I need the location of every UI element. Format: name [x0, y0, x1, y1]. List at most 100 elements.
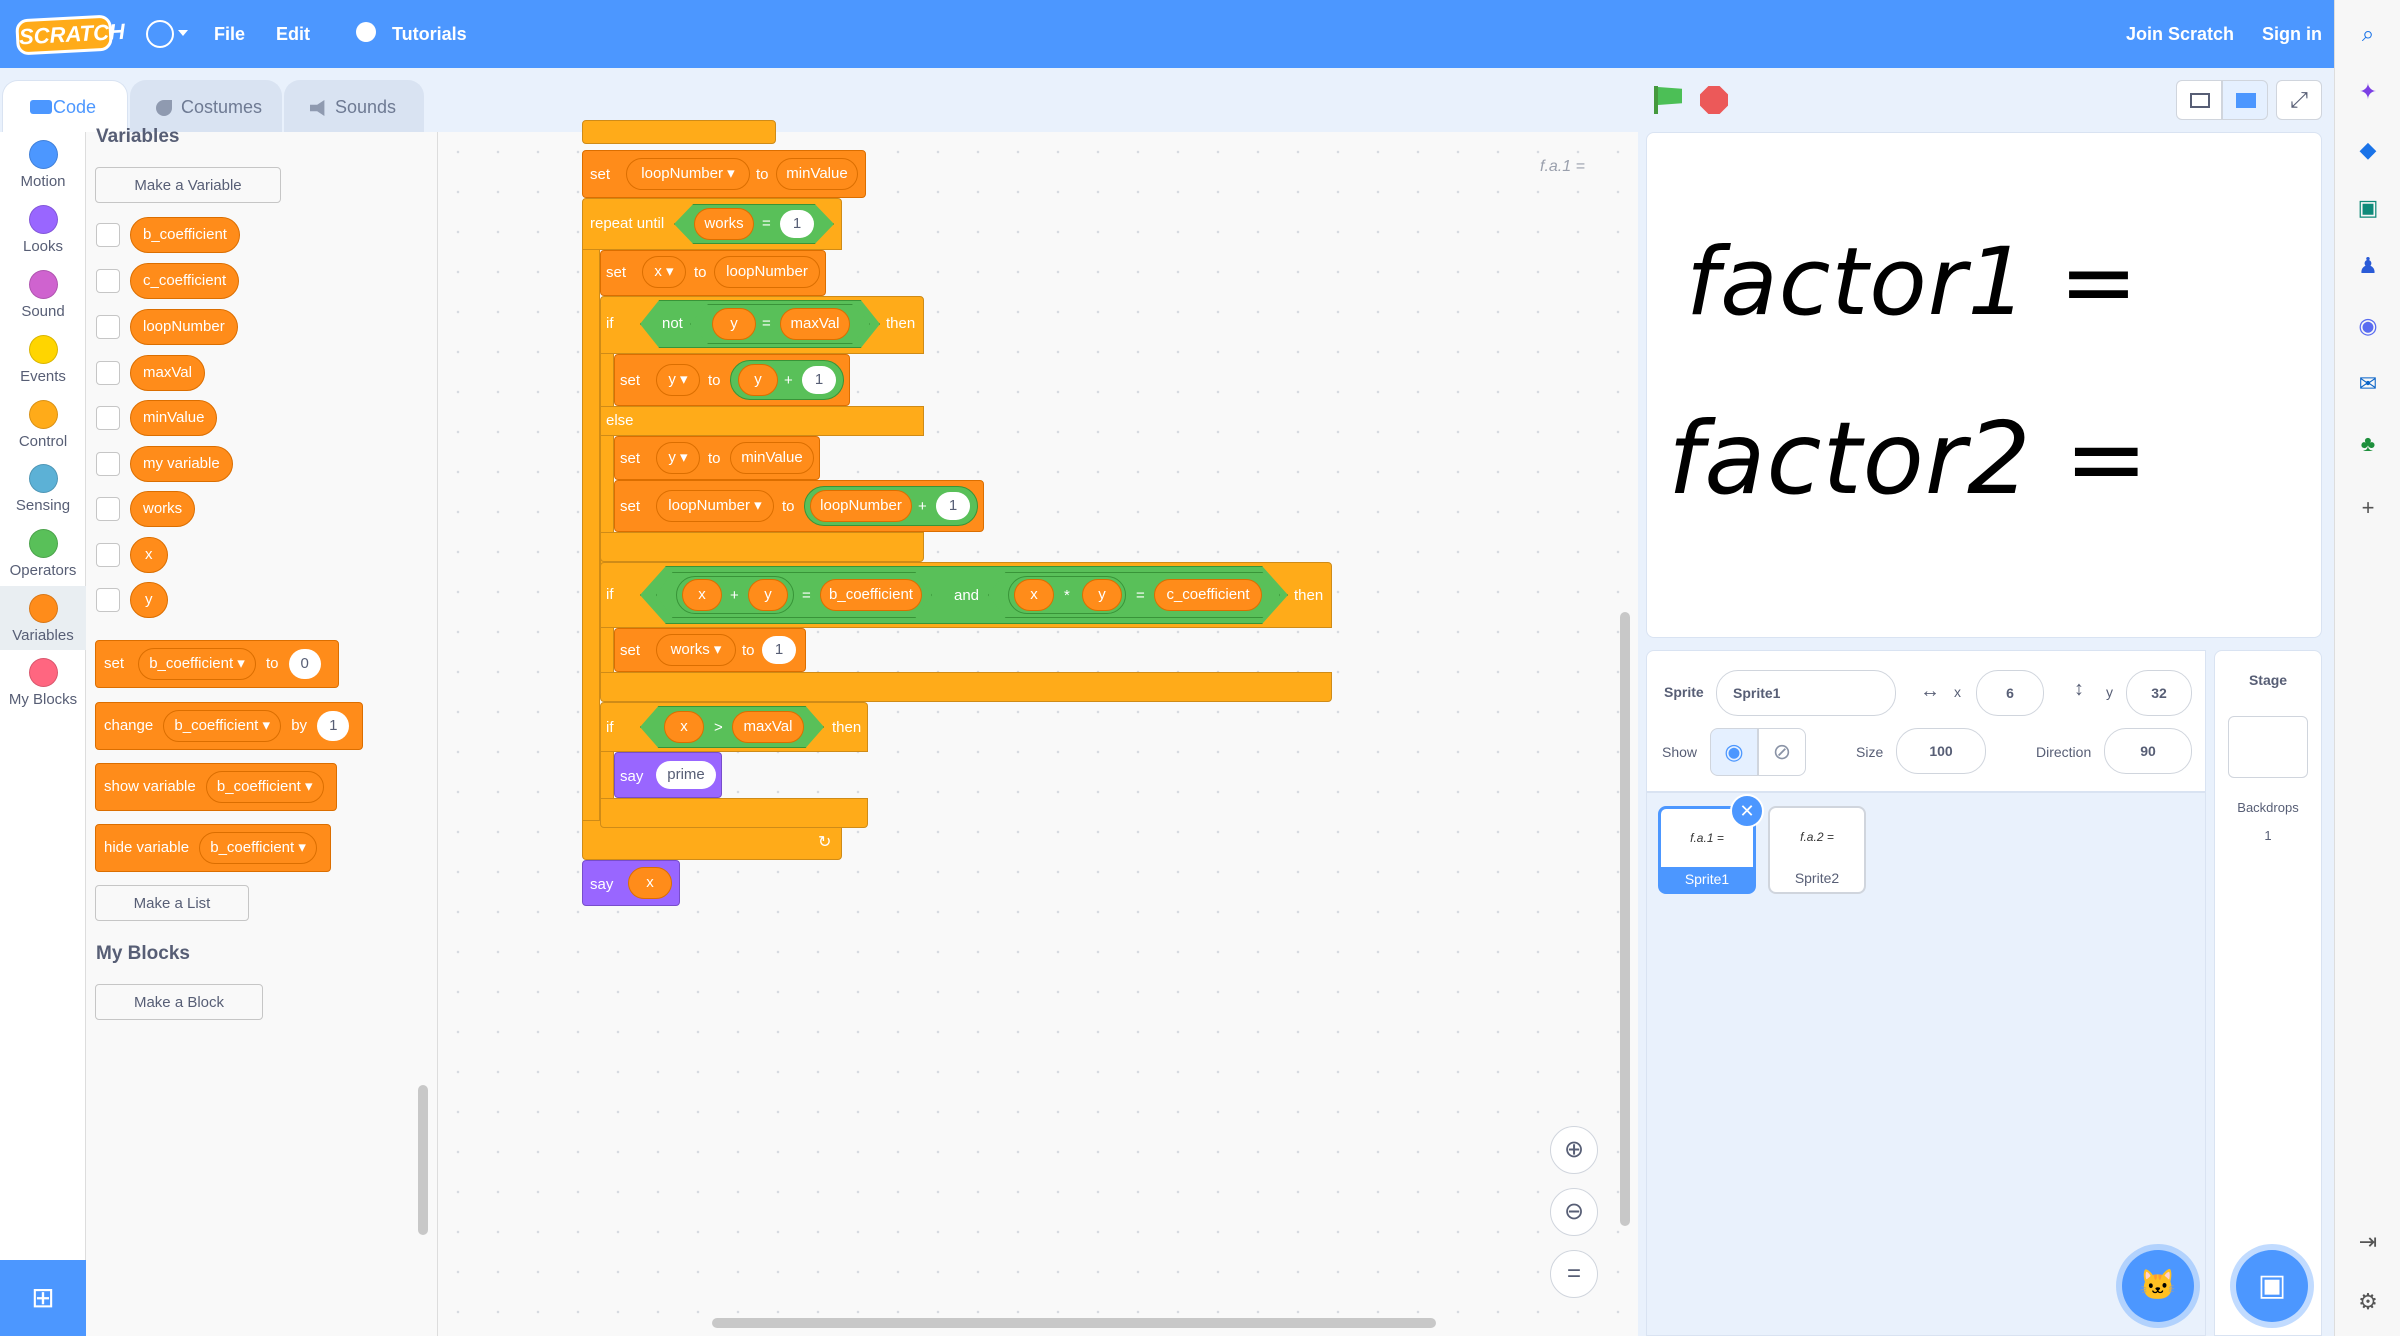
var-reporter-my-variable[interactable]: my variable — [130, 446, 233, 482]
scratch-logo[interactable]: SCRATCH — [15, 14, 125, 56]
x-input[interactable]: 6 — [1976, 670, 2044, 716]
sign-in-link[interactable]: Sign in — [2262, 24, 2322, 45]
text-input[interactable]: prime — [656, 761, 716, 789]
change-variable-block[interactable]: change b_coefficient ▾ by 1 — [95, 702, 363, 750]
extension-button[interactable]: ⊞ — [0, 1260, 86, 1336]
small-stage-icon[interactable] — [2176, 80, 2222, 120]
reporter-maxval[interactable]: maxVal — [732, 711, 804, 743]
tag-icon[interactable]: ◆ — [2356, 138, 2380, 162]
var-checkbox[interactable] — [96, 223, 120, 247]
stage-canvas[interactable] — [1646, 132, 2322, 638]
var-reporter-b-coefficient[interactable]: b_coefficient — [130, 217, 240, 253]
var-reporter-minvalue[interactable]: minValue — [130, 400, 218, 436]
show-variable-block[interactable]: show variable b_coefficient ▾ — [95, 763, 337, 811]
reporter-y[interactable]: y — [738, 364, 778, 396]
set-works-block-partial[interactable] — [582, 120, 776, 144]
chevron-down-icon[interactable] — [178, 30, 188, 36]
make-list-button[interactable]: Make a List — [95, 885, 249, 921]
var-checkbox[interactable] — [96, 269, 120, 293]
sidebar-toggle-icon[interactable]: ⇥ — [2356, 1230, 2380, 1254]
category-motion[interactable]: Motion — [0, 140, 86, 190]
reporter-y[interactable]: y — [748, 579, 788, 611]
var-checkbox[interactable] — [96, 406, 120, 430]
reporter-c-coefficient[interactable]: c_coefficient — [1154, 579, 1262, 611]
settings-gear-icon[interactable]: ⚙ — [2356, 1290, 2380, 1314]
show-visible-eye-icon[interactable]: ◉ — [1710, 728, 1758, 776]
games-icon[interactable]: ♟ — [2356, 254, 2380, 278]
reporter-x[interactable]: x — [628, 867, 672, 899]
value-input[interactable]: 1 — [780, 210, 814, 238]
add-sprite-cat-icon[interactable]: 🐱 — [2122, 1250, 2194, 1322]
search-icon[interactable]: ⌕ — [2356, 22, 2380, 46]
green-flag-icon[interactable] — [1652, 86, 1684, 114]
variable-dropdown[interactable]: y ▾ — [656, 364, 700, 396]
variable-dropdown[interactable]: b_coefficient ▾ — [199, 832, 317, 864]
sparkle-icon[interactable]: ✦ — [2356, 80, 2380, 104]
reporter-y[interactable]: y — [712, 308, 756, 340]
reporter-x[interactable]: x — [682, 579, 722, 611]
category-operators[interactable]: Operators — [0, 529, 86, 579]
copilot-icon[interactable]: ◉ — [2356, 314, 2380, 338]
stop-icon[interactable] — [1700, 86, 1728, 114]
var-checkbox[interactable] — [96, 497, 120, 521]
file-menu[interactable]: File — [214, 24, 245, 45]
add-icon[interactable]: + — [2356, 496, 2380, 520]
tab-sounds[interactable]: Sounds — [284, 80, 424, 132]
var-reporter-x[interactable]: x — [130, 537, 168, 573]
fullscreen-icon[interactable]: ⤢ — [2276, 80, 2322, 120]
value-input[interactable]: 1 — [936, 492, 970, 520]
reporter-b-coefficient[interactable]: b_coefficient — [820, 579, 922, 611]
category-control[interactable]: Control — [0, 400, 86, 450]
sprite-name-input[interactable]: Sprite1 — [1716, 670, 1896, 716]
zoom-reset-icon[interactable]: = — [1550, 1250, 1598, 1298]
category-events[interactable]: Events — [0, 335, 86, 385]
reporter-minvalue[interactable]: minValue — [730, 442, 814, 474]
var-checkbox[interactable] — [96, 543, 120, 567]
variable-dropdown[interactable]: works ▾ — [656, 634, 736, 666]
zoom-out-icon[interactable]: ⊖ — [1550, 1188, 1598, 1236]
variable-dropdown[interactable]: loopNumber ▾ — [656, 490, 774, 522]
variable-dropdown[interactable]: loopNumber ▾ — [626, 158, 750, 190]
value-input[interactable]: 1 — [762, 636, 796, 664]
stage-thumbnail[interactable] — [2228, 716, 2308, 778]
tutorials-menu[interactable]: Tutorials — [392, 24, 467, 45]
zoom-in-icon[interactable]: ⊕ — [1550, 1126, 1598, 1174]
category-myblocks[interactable]: My Blocks — [0, 658, 86, 708]
var-checkbox[interactable] — [96, 588, 120, 612]
reporter-x[interactable]: x — [664, 711, 704, 743]
var-reporter-y[interactable]: y — [130, 582, 168, 618]
briefcase-icon[interactable]: ▣ — [2356, 196, 2380, 220]
make-variable-button[interactable]: Make a Variable — [95, 167, 281, 203]
set-variable-block[interactable]: set b_coefficient ▾ to 0 — [95, 640, 339, 688]
var-reporter-works[interactable]: works — [130, 491, 196, 527]
delete-trash-icon[interactable]: ✕ — [1730, 794, 1764, 828]
variable-dropdown[interactable]: x ▾ — [642, 256, 686, 288]
large-stage-icon[interactable] — [2222, 80, 2268, 120]
reporter-minvalue[interactable]: minValue — [776, 158, 858, 190]
category-sensing[interactable]: Sensing — [0, 464, 86, 514]
tab-code[interactable]: Code — [2, 80, 128, 132]
workspace-horizontal-scrollbar[interactable] — [712, 1318, 1436, 1328]
tab-costumes[interactable]: Costumes — [130, 80, 282, 132]
var-reporter-loopnumber[interactable]: loopNumber — [130, 309, 238, 345]
reporter-loopnumber[interactable]: loopNumber — [714, 256, 820, 288]
variable-dropdown[interactable]: b_coefficient ▾ — [205, 771, 324, 803]
category-sound[interactable]: Sound — [0, 270, 86, 320]
join-scratch-link[interactable]: Join Scratch — [2126, 24, 2234, 45]
variable-dropdown[interactable]: b_coefficient ▾ — [163, 710, 282, 742]
language-globe-icon[interactable] — [146, 20, 174, 48]
sprite-thumb-sprite2[interactable]: f.a.2 = Sprite2 — [1768, 806, 1866, 894]
edit-menu[interactable]: Edit — [276, 24, 310, 45]
value-input[interactable]: 1 — [802, 366, 836, 394]
variable-dropdown[interactable]: b_coefficient ▾ — [138, 648, 256, 680]
reporter-works[interactable]: works — [694, 208, 754, 240]
var-checkbox[interactable] — [96, 452, 120, 476]
reporter-maxval[interactable]: maxVal — [780, 308, 850, 340]
hide-eye-slash-icon[interactable]: ⊘ — [1758, 728, 1806, 776]
palette-scrollbar[interactable] — [418, 1085, 428, 1235]
category-looks[interactable]: Looks — [0, 205, 86, 255]
tree-icon[interactable]: ♣ — [2356, 432, 2380, 456]
add-backdrop-image-icon[interactable]: ▣ — [2236, 1250, 2308, 1322]
var-reporter-maxval[interactable]: maxVal — [130, 355, 205, 391]
workspace-vertical-scrollbar[interactable] — [1620, 612, 1630, 1226]
